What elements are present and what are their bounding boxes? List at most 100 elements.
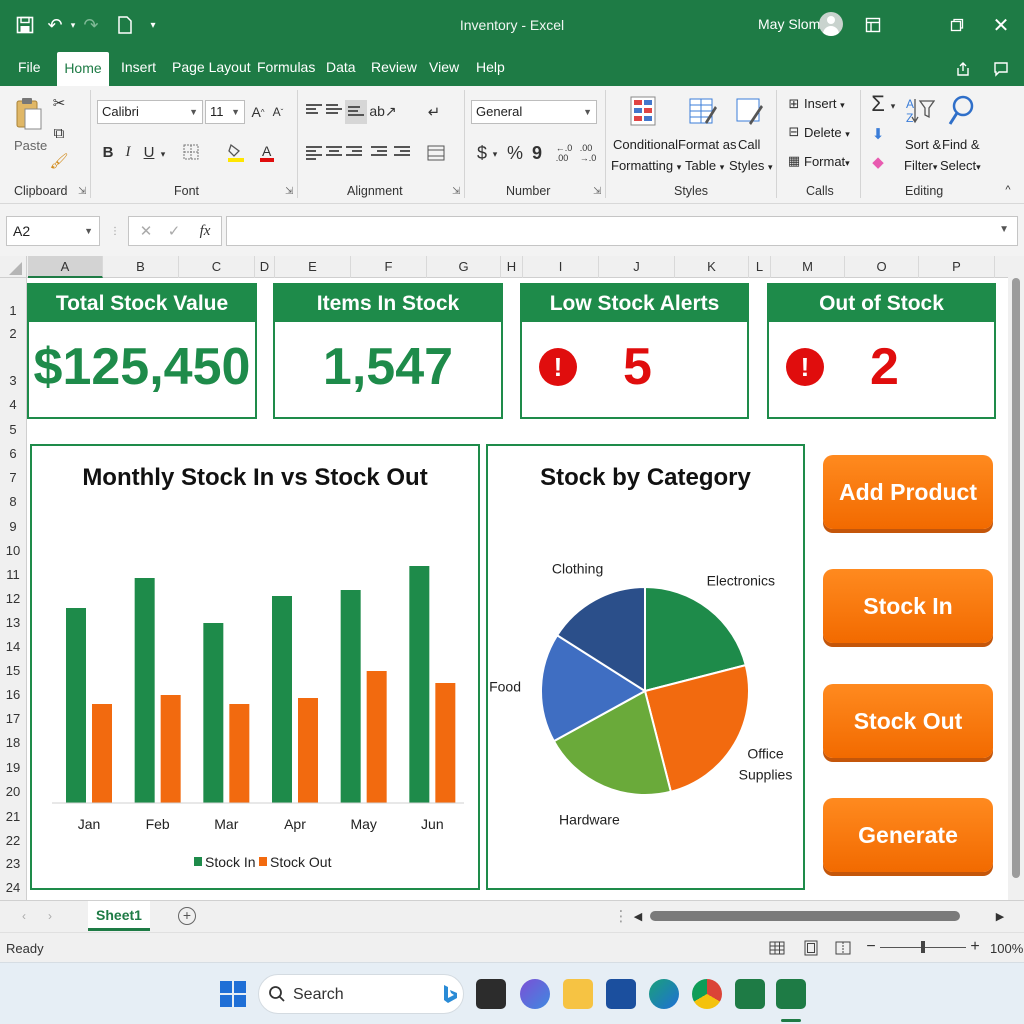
tab-page-layout[interactable]: Page Layout [172,59,251,75]
collapse-ribbon-icon[interactable]: ^ [1000,182,1016,198]
format-cells-button[interactable]: Format▾ [804,154,850,169]
row-header-8[interactable]: 8 [0,494,26,509]
customize-toolbar-icon[interactable]: ▾ [142,14,164,36]
bar-stock-out-feb[interactable] [160,695,181,803]
delete-cells-icon[interactable]: ⊟ [786,124,802,140]
font-color-icon[interactable]: A [257,142,277,164]
stock-by-category-chart[interactable]: Stock by Category Electronics Office Suppl… [486,444,805,890]
column-header-o[interactable]: O [845,256,919,278]
tab-data[interactable]: Data [326,59,356,75]
decrease-font-icon[interactable]: Aˇ [270,102,286,122]
align-left-icon[interactable] [306,146,322,160]
user-name[interactable]: May Slom [758,16,820,32]
format-as-table-icon[interactable] [688,94,718,128]
decrease-indent-icon[interactable] [371,146,387,160]
bing-icon[interactable] [439,983,461,1005]
clipboard-launcher-icon[interactable]: ⇲ [78,186,86,197]
monthly-stock-chart[interactable]: Monthly Stock In vs Stock Out Jan Feb Mar A… [30,444,480,890]
taskbar-search[interactable]: Search [258,974,464,1014]
italic-button[interactable]: I [120,142,136,162]
start-windows-icon[interactable] [218,979,248,1009]
insert-function-icon[interactable]: fx [195,221,215,241]
row-header-20[interactable]: 20 [0,784,26,799]
comments-icon[interactable] [990,58,1012,80]
copy-icon[interactable]: ⧉ [50,124,68,142]
prev-sheet-icon[interactable]: ‹ [16,907,32,925]
row-header-23[interactable]: 23 [0,856,26,871]
sort-filter-label-1[interactable]: Sort & [905,137,941,152]
edge-icon[interactable] [649,979,679,1009]
row-header-14[interactable]: 14 [0,639,26,654]
generate-report-button[interactable]: Generate Report [823,798,993,922]
align-center-icon[interactable] [326,146,342,160]
row-header-15[interactable]: 15 [0,663,26,678]
number-format-select[interactable]: General ▼ [471,100,597,124]
bar-stock-out-may[interactable] [366,671,387,803]
column-header-k[interactable]: K [675,256,749,278]
cell-styles-label-1[interactable]: Call [738,137,760,152]
align-middle-icon[interactable] [326,104,342,118]
alignment-launcher-icon[interactable]: ⇲ [452,186,460,197]
comma-style-button[interactable]: 9 [530,142,544,164]
column-header-l[interactable]: L [749,256,771,278]
row-header-6[interactable]: 6 [0,446,26,461]
align-top-icon[interactable] [306,104,322,118]
row-header-5[interactable]: 5 [0,422,26,437]
increase-decimal-icon[interactable]: ←.0.00 [554,142,574,164]
currency-button[interactable]: $ [474,142,490,164]
column-header-i[interactable]: I [523,256,599,278]
excel-active-icon[interactable] [776,979,806,1009]
vertical-scroll-thumb[interactable] [1012,278,1020,878]
zoom-slider-thumb[interactable] [921,941,925,953]
merge-center-icon[interactable] [424,142,448,164]
confirm-entry-icon[interactable]: ✓ [165,222,183,240]
row-header-13[interactable]: 13 [0,615,26,630]
increase-font-icon[interactable]: A ^ [250,102,266,122]
zoom-out-icon[interactable]: − [864,937,878,957]
page-break-view-icon[interactable] [834,939,852,957]
row-header-1[interactable]: 1 [0,303,26,318]
select-all-corner[interactable] [0,256,27,278]
align-bottom-icon[interactable] [345,100,367,124]
bar-stock-out-mar[interactable] [229,704,250,803]
horizontal-scroll-thumb[interactable] [650,911,960,921]
row-header-11[interactable]: 11 [0,567,26,582]
row-header-2[interactable]: 2 [0,326,26,341]
column-header-d[interactable]: D [255,256,275,278]
cancel-entry-icon[interactable]: ✕ [137,222,155,240]
ribbon-display-icon[interactable] [862,14,884,36]
font-family-select[interactable]: Calibri ▼ [97,100,203,124]
column-header-m[interactable]: M [771,256,845,278]
row-header-19[interactable]: 19 [0,760,26,775]
save-icon[interactable] [14,14,36,36]
orientation-icon[interactable]: ab↗ [369,100,396,122]
tab-view[interactable]: View [429,59,459,75]
tab-insert[interactable]: Insert [121,59,156,75]
column-header-f[interactable]: F [351,256,427,278]
decrease-decimal-icon[interactable]: .00 →.0 [578,142,598,164]
column-header-h[interactable]: H [501,256,523,278]
tab-home[interactable]: Home [57,52,109,86]
wrap-text-icon[interactable]: ↵ [424,102,444,122]
row-header-7[interactable]: 7 [0,470,26,485]
bar-stock-out-jan[interactable] [92,704,112,803]
paste-label[interactable]: Paste [14,138,47,153]
add-product-button[interactable]: Add Product [823,455,993,529]
cut-icon[interactable]: ✂ [50,94,68,112]
page-layout-view-icon[interactable] [802,939,820,957]
restore-icon[interactable] [946,14,968,36]
sort-filter-label-2[interactable]: Filter▾ [904,158,937,173]
formula-input[interactable]: ▼ [226,216,1018,246]
bar-stock-out-jun[interactable] [435,683,456,803]
underline-dropdown-icon[interactable]: ▾ [158,144,168,164]
bar-stock-in-apr[interactable] [272,596,292,803]
row-header-22[interactable]: 22 [0,833,26,848]
tab-formulas[interactable]: Formulas [257,59,315,75]
font-size-select[interactable]: 11 ▼ [205,100,245,124]
tab-file[interactable]: File [18,59,41,75]
worksheet[interactable]: Total Stock Value $125,450 Items In Stoc… [27,278,1008,922]
tab-split-grip-icon[interactable]: ⋮ [614,907,629,925]
conditional-formatting-label-1[interactable]: Conditional [613,137,678,152]
bar-stock-in-feb[interactable] [134,578,155,803]
fill-icon[interactable]: ⬇ [868,124,888,144]
